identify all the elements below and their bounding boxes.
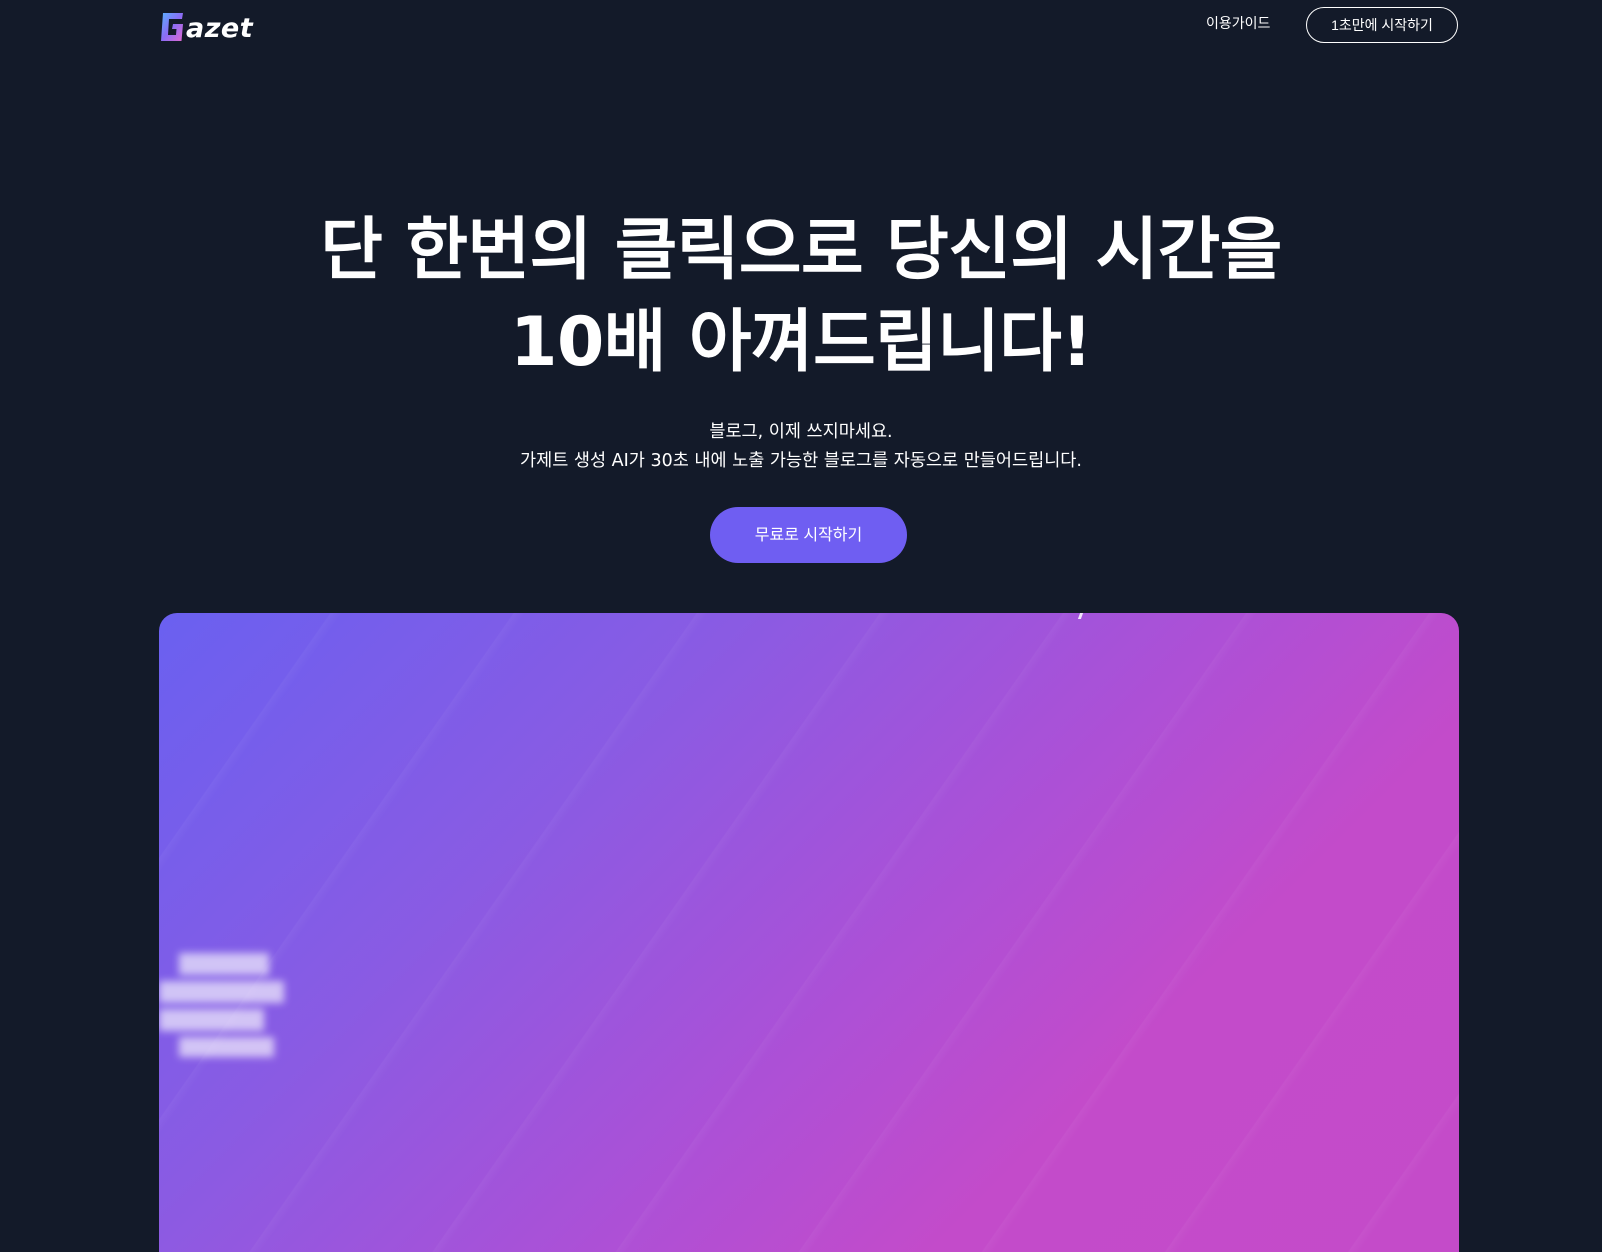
nav-usage-guide-link[interactable]: 이용가이드 [1206, 14, 1270, 34]
hero-subtitle-line2: 가제트 생성 AI가 30초 내에 노출 가능한 블로그를 자동으로 만들어드립… [520, 451, 1082, 471]
hero-subtitle: 블로그, 이제 쓰지마세요. 가제트 생성 AI가 30초 내에 노출 가능한 … [0, 418, 1602, 476]
motion-blurred-logo [159, 953, 299, 1073]
showcase-diagonal-texture [159, 613, 1459, 1252]
hero-showcase-panel [159, 613, 1459, 1252]
logo-wordmark: azet [186, 12, 254, 44]
landing-page: azet 이용가이드 1초만에 시작하기 단 한번의 클릭으로 당신의 시간을 … [0, 0, 1602, 1252]
hero-headline: 단 한번의 클릭으로 당신의 시간을 10배 아껴드립니다! [0, 205, 1602, 389]
hero-subtitle-line1: 블로그, 이제 쓰지마세요. [709, 422, 893, 442]
free-start-button[interactable]: 무료로 시작하기 [710, 507, 907, 563]
hero-headline-line2: 10배 아껴드립니다! [510, 303, 1092, 382]
header-start-button[interactable]: 1초만에 시작하기 [1306, 7, 1458, 43]
logo-g-icon [159, 11, 187, 41]
gazet-logo[interactable]: azet [159, 6, 253, 46]
hero-headline-line1: 단 한번의 클릭으로 당신의 시간을 [320, 211, 1282, 290]
site-header: azet 이용가이드 1초만에 시작하기 [0, 0, 1602, 52]
